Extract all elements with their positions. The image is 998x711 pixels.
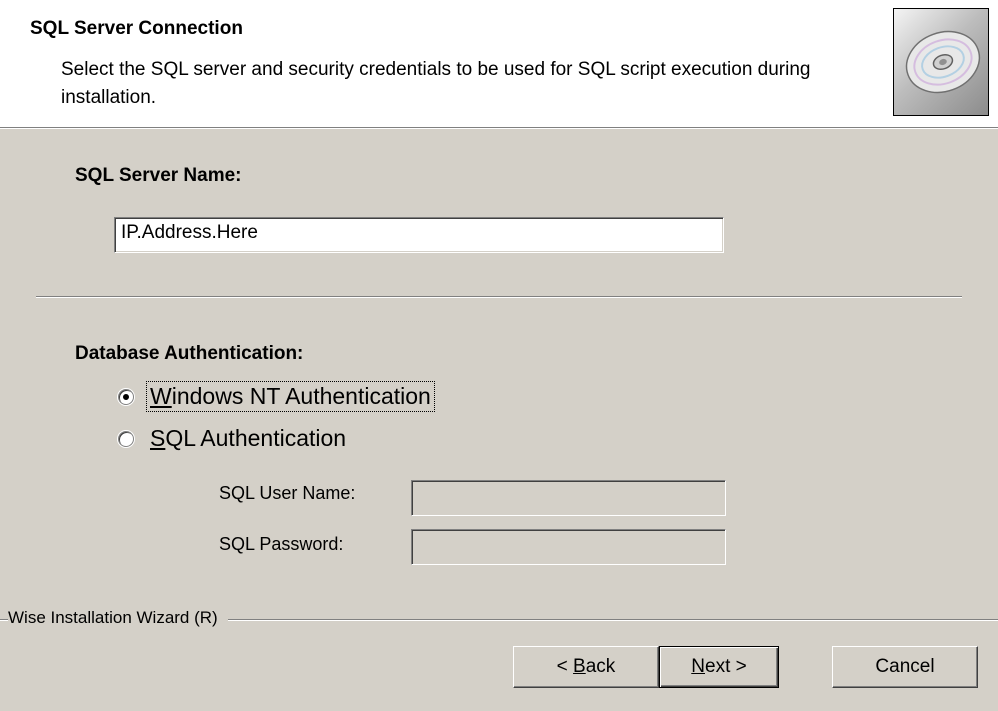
radio-button-checked[interactable] (118, 388, 134, 405)
label-rest: QL Authentication (165, 425, 347, 451)
accel-key-w: W (150, 383, 172, 409)
radio-button-unchecked[interactable] (118, 430, 134, 447)
cd-disc-icon (893, 8, 989, 116)
back-rest: ack (585, 656, 616, 677)
accel-key-s: S (150, 425, 166, 451)
sql-password-input[interactable] (411, 529, 726, 565)
section-divider (36, 296, 962, 298)
sql-user-name-label: SQL User Name: (219, 483, 356, 503)
sql-authentication-label[interactable]: SQL Authentication (148, 425, 348, 452)
windows-nt-authentication-label[interactable]: Windows NT Authentication (146, 381, 435, 412)
radio-sql-authentication[interactable]: SQL Authentication (118, 425, 348, 452)
accel-key-b: B (573, 656, 586, 677)
sql-connection-dialog: SQL Server Connection Select the SQL ser… (0, 0, 998, 711)
header-divider-highlight (0, 128, 998, 129)
back-prefix: < (556, 656, 574, 677)
database-authentication-label: Database Authentication: (75, 343, 304, 364)
page-description: Select the SQL server and security crede… (61, 59, 811, 108)
sql-password-label: SQL Password: (219, 534, 344, 554)
wizard-brand-label: Wise Installation Wizard (R) (8, 608, 228, 628)
sql-user-name-input[interactable] (411, 480, 726, 516)
radio-windows-nt-authentication[interactable]: Windows NT Authentication (118, 381, 435, 412)
next-button[interactable]: Next > (659, 646, 779, 688)
server-name-input[interactable]: IP.Address.Here (114, 217, 724, 253)
next-rest: ext > (705, 656, 747, 677)
header-banner: SQL Server Connection Select the SQL ser… (0, 0, 998, 127)
cancel-button[interactable]: Cancel (832, 646, 978, 688)
accel-key-n: N (691, 656, 705, 677)
label-rest: indows NT Authentication (171, 383, 431, 409)
back-button[interactable]: < Back (513, 646, 659, 688)
server-name-label: SQL Server Name: (75, 165, 242, 186)
page-title: SQL Server Connection (30, 18, 243, 39)
cd-disc-graphic (905, 30, 981, 94)
